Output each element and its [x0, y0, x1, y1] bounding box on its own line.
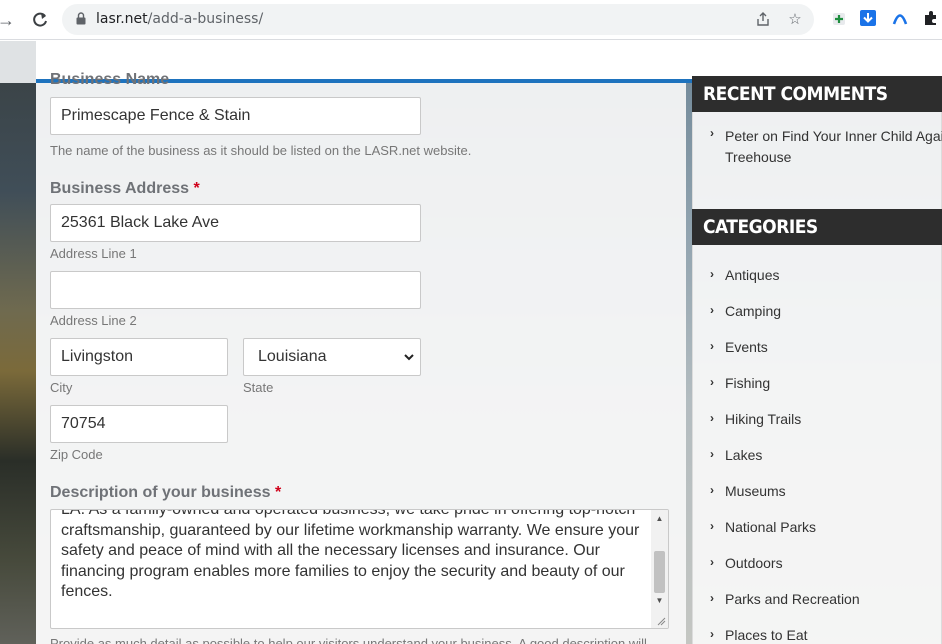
- business-name-hint: The name of the business as it should be…: [50, 143, 472, 158]
- categories-title: CATEGORIES: [692, 209, 942, 245]
- scroll-up-icon[interactable]: ▲: [651, 512, 668, 526]
- city-hint: City: [50, 380, 73, 395]
- chevron-right-icon: ›: [710, 375, 714, 389]
- chevron-right-icon: ›: [710, 411, 714, 425]
- page-viewport: Business Name Primescape Fence & Stain T…: [0, 41, 942, 644]
- chevron-right-icon: ›: [710, 447, 714, 461]
- description-textarea[interactable]: LA. As a family-owned and operated busin…: [50, 509, 669, 629]
- chevron-right-icon: ›: [710, 555, 714, 569]
- zip-code-input[interactable]: 70754: [50, 405, 228, 443]
- extension-plus-icon[interactable]: [830, 9, 848, 27]
- site-header-strip: [36, 41, 942, 81]
- forward-icon[interactable]: →: [0, 8, 18, 32]
- chevron-down-icon: [404, 339, 414, 392]
- comment-author-link[interactable]: Peter: [725, 128, 758, 144]
- description-label: Description of your business *: [50, 484, 282, 501]
- browser-toolbar: → lasr.net/add-a-business/ ☆: [0, 0, 942, 40]
- scrollbar-thumb[interactable]: [654, 551, 665, 593]
- state-select-value: Louisiana: [258, 348, 327, 365]
- share-icon[interactable]: [754, 11, 772, 29]
- sidebar: RECENT COMMENTS › Peter on Find Your Inn…: [692, 76, 942, 644]
- comment-post-link-line2[interactable]: Treehouse: [725, 149, 791, 165]
- recent-comments-title: RECENT COMMENTS: [692, 76, 942, 112]
- background-photo: [0, 41, 36, 644]
- comment-post-link[interactable]: Find Your Inner Child Again in: [782, 128, 942, 144]
- chevron-right-icon: ›: [710, 267, 714, 281]
- resize-handle-icon[interactable]: [656, 616, 666, 626]
- address-line2-hint: Address Line 2: [50, 313, 137, 328]
- download-icon[interactable]: [859, 9, 877, 27]
- address-bar[interactable]: lasr.net/add-a-business/ ☆: [62, 4, 814, 35]
- chevron-right-icon: ›: [710, 126, 714, 140]
- puzzle-icon[interactable]: [922, 9, 940, 27]
- comment-on-text: on: [762, 128, 778, 144]
- address-line1-input[interactable]: 25361 Black Lake Ave: [50, 204, 421, 242]
- chevron-right-icon: ›: [710, 483, 714, 497]
- business-name-label: Business Name: [50, 71, 170, 88]
- categories-widget: › Antiques › Camping › Events › Fishing › Hik…: [692, 245, 942, 644]
- description-text: LA. As a family-owned and operated busin…: [61, 509, 640, 600]
- business-name-input[interactable]: Primescape Fence & Stain: [50, 97, 421, 135]
- form-content: Business Name Primescape Fence & Stain T…: [36, 71, 686, 644]
- business-address-label: Business Address *: [50, 180, 200, 197]
- reload-icon[interactable]: [28, 8, 52, 32]
- state-hint: State: [243, 380, 274, 395]
- scroll-down-icon[interactable]: ▼: [651, 594, 668, 608]
- city-input[interactable]: Livingston: [50, 338, 228, 376]
- chevron-right-icon: ›: [710, 519, 714, 533]
- chevron-right-icon: ›: [710, 339, 714, 353]
- chevron-right-icon: ›: [710, 303, 714, 317]
- zip-code-hint: Zip Code: [50, 447, 103, 462]
- chevron-right-icon: ›: [710, 591, 714, 605]
- description-hint: Provide as much detail as possible to he…: [50, 636, 647, 644]
- arc-extension-icon[interactable]: [891, 9, 909, 27]
- address-line1-hint: Address Line 1: [50, 246, 137, 261]
- textarea-scrollbar[interactable]: ▲ ▼: [651, 510, 668, 628]
- state-select[interactable]: Louisiana: [243, 338, 421, 376]
- bookmark-star-icon[interactable]: ☆: [786, 11, 804, 29]
- url-text: lasr.net/add-a-business/: [96, 11, 264, 27]
- address-line2-input[interactable]: [50, 271, 421, 309]
- lock-icon: [76, 12, 86, 25]
- recent-comments-widget: › Peter on Find Your Inner Child Again i…: [692, 112, 942, 223]
- chevron-right-icon: ›: [710, 627, 714, 641]
